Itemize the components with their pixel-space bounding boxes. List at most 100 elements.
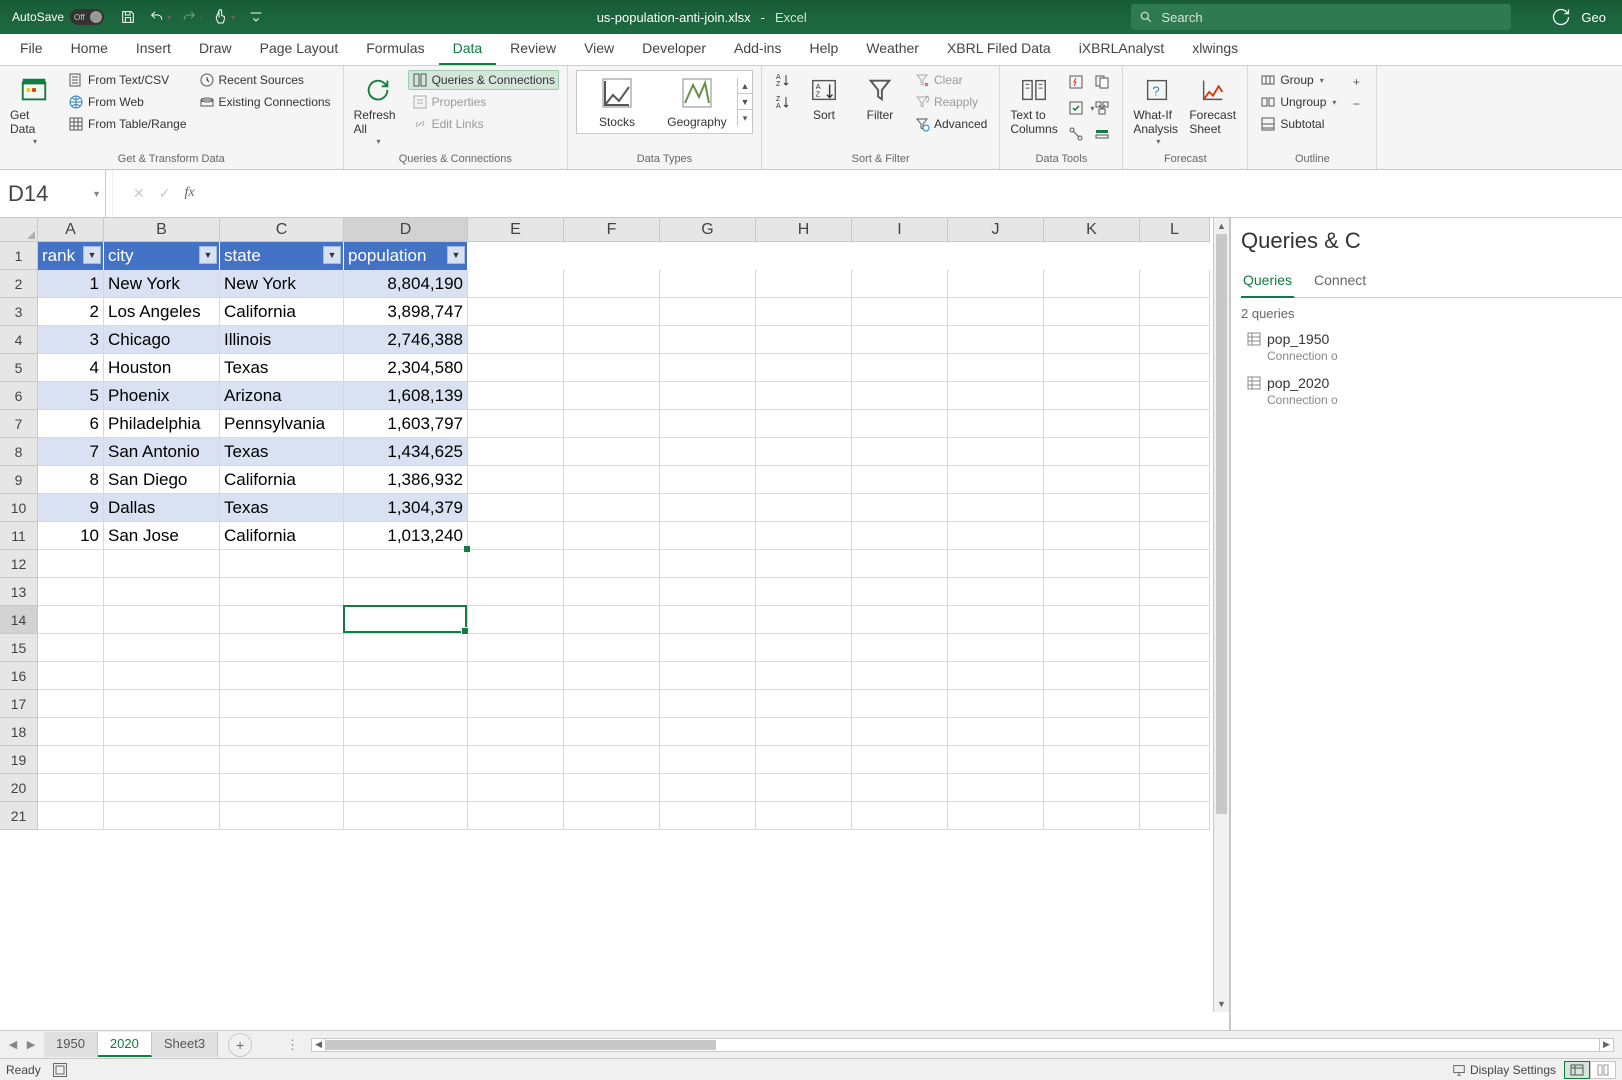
cell-L18[interactable] — [1140, 718, 1210, 746]
cell-K18[interactable] — [1044, 718, 1140, 746]
cell-J6[interactable] — [948, 382, 1044, 410]
cell-L13[interactable] — [1140, 578, 1210, 606]
cell-B9[interactable]: San Diego — [104, 466, 220, 494]
add-sheet-button[interactable]: + — [228, 1033, 252, 1057]
cell-A14[interactable] — [38, 606, 104, 634]
cell-B5[interactable]: Houston — [104, 354, 220, 382]
scroll-down-arrow[interactable]: ▼ — [1214, 996, 1229, 1012]
cell-D4[interactable]: 2,746,388 — [344, 326, 468, 354]
column-header-C[interactable]: C — [220, 218, 344, 242]
cell-I7[interactable] — [852, 410, 948, 438]
cell-L15[interactable] — [1140, 634, 1210, 662]
cell-A2[interactable]: 1 — [38, 270, 104, 298]
cell-I4[interactable] — [852, 326, 948, 354]
cell-D10[interactable]: 1,304,379 — [344, 494, 468, 522]
cell-B7[interactable]: Philadelphia — [104, 410, 220, 438]
cell-K6[interactable] — [1044, 382, 1140, 410]
cell-H14[interactable] — [756, 606, 852, 634]
cell-L20[interactable] — [1140, 774, 1210, 802]
cell-F17[interactable] — [564, 690, 660, 718]
cell-L12[interactable] — [1140, 550, 1210, 578]
undo-icon[interactable]: ▾ — [146, 3, 174, 31]
cell-F20[interactable] — [564, 774, 660, 802]
cell-L11[interactable] — [1140, 522, 1210, 550]
name-box[interactable]: D14 ▼ — [0, 170, 106, 217]
cell-L7[interactable] — [1140, 410, 1210, 438]
cell-J11[interactable] — [948, 522, 1044, 550]
cell-E11[interactable] — [468, 522, 564, 550]
cell-G15[interactable] — [660, 634, 756, 662]
queries-connections-button[interactable]: Queries & Connections — [408, 70, 559, 90]
cell-C2[interactable]: New York — [220, 270, 344, 298]
column-header-D[interactable]: D — [344, 218, 468, 242]
search-input[interactable]: Search — [1131, 4, 1511, 30]
cell-I11[interactable] — [852, 522, 948, 550]
cell-K1[interactable] — [1044, 242, 1140, 270]
cell-E9[interactable] — [468, 466, 564, 494]
cell-C16[interactable] — [220, 662, 344, 690]
row-header-20[interactable]: 20 — [0, 774, 38, 802]
cell-L17[interactable] — [1140, 690, 1210, 718]
cell-I5[interactable] — [852, 354, 948, 382]
cell-F8[interactable] — [564, 438, 660, 466]
ribbon-tab-add-ins[interactable]: Add-ins — [720, 34, 795, 65]
cell-L3[interactable] — [1140, 298, 1210, 326]
cell-E6[interactable] — [468, 382, 564, 410]
cell-K8[interactable] — [1044, 438, 1140, 466]
cell-H17[interactable] — [756, 690, 852, 718]
cell-C3[interactable]: California — [220, 298, 344, 326]
cell-C18[interactable] — [220, 718, 344, 746]
account-name[interactable]: Geo — [1581, 10, 1606, 25]
cell-G7[interactable] — [660, 410, 756, 438]
cell-K10[interactable] — [1044, 494, 1140, 522]
group-button[interactable]: Group▾ — [1256, 70, 1340, 90]
column-header-J[interactable]: J — [948, 218, 1044, 242]
cell-L2[interactable] — [1140, 270, 1210, 298]
cell-B20[interactable] — [104, 774, 220, 802]
cell-K19[interactable] — [1044, 746, 1140, 774]
cell-A9[interactable]: 8 — [38, 466, 104, 494]
cell-A12[interactable] — [38, 550, 104, 578]
column-header-K[interactable]: K — [1044, 218, 1140, 242]
cell-L9[interactable] — [1140, 466, 1210, 494]
normal-view-button[interactable] — [1564, 1061, 1590, 1079]
cell-J4[interactable] — [948, 326, 1044, 354]
cell-E8[interactable] — [468, 438, 564, 466]
sort-ascending-button[interactable]: AZ — [770, 70, 794, 90]
cell-E5[interactable] — [468, 354, 564, 382]
cell-J13[interactable] — [948, 578, 1044, 606]
insert-function-icon[interactable]: fx — [184, 185, 194, 202]
row-header-14[interactable]: 14 — [0, 606, 38, 634]
cell-J5[interactable] — [948, 354, 1044, 382]
gallery-down-arrow[interactable]: ▼ — [738, 94, 752, 110]
cell-E16[interactable] — [468, 662, 564, 690]
cell-K7[interactable] — [1044, 410, 1140, 438]
column-header-B[interactable]: B — [104, 218, 220, 242]
gallery-up-arrow[interactable]: ▲ — [738, 78, 752, 94]
cell-K4[interactable] — [1044, 326, 1140, 354]
cell-F13[interactable] — [564, 578, 660, 606]
forecast-sheet-button[interactable]: Forecast Sheet — [1187, 70, 1239, 141]
cell-B2[interactable]: New York — [104, 270, 220, 298]
cell-E21[interactable] — [468, 802, 564, 830]
consolidate-button[interactable] — [1090, 96, 1114, 120]
from-table-range-button[interactable]: From Table/Range — [64, 114, 191, 134]
cell-G6[interactable] — [660, 382, 756, 410]
cell-H12[interactable] — [756, 550, 852, 578]
cell-I17[interactable] — [852, 690, 948, 718]
cell-J10[interactable] — [948, 494, 1044, 522]
redo-icon[interactable]: ▾ — [178, 3, 206, 31]
column-header-L[interactable]: L — [1140, 218, 1210, 242]
cell-D8[interactable]: 1,434,625 — [344, 438, 468, 466]
cell-E17[interactable] — [468, 690, 564, 718]
autosave-toggle[interactable]: AutoSave Off — [4, 7, 112, 27]
recent-sources-button[interactable]: Recent Sources — [195, 70, 335, 90]
cell-J1[interactable] — [948, 242, 1044, 270]
cell-C7[interactable]: Pennsylvania — [220, 410, 344, 438]
cell-J9[interactable] — [948, 466, 1044, 494]
cell-F14[interactable] — [564, 606, 660, 634]
cell-A17[interactable] — [38, 690, 104, 718]
cell-H1[interactable] — [756, 242, 852, 270]
cell-D9[interactable]: 1,386,932 — [344, 466, 468, 494]
cell-J14[interactable] — [948, 606, 1044, 634]
